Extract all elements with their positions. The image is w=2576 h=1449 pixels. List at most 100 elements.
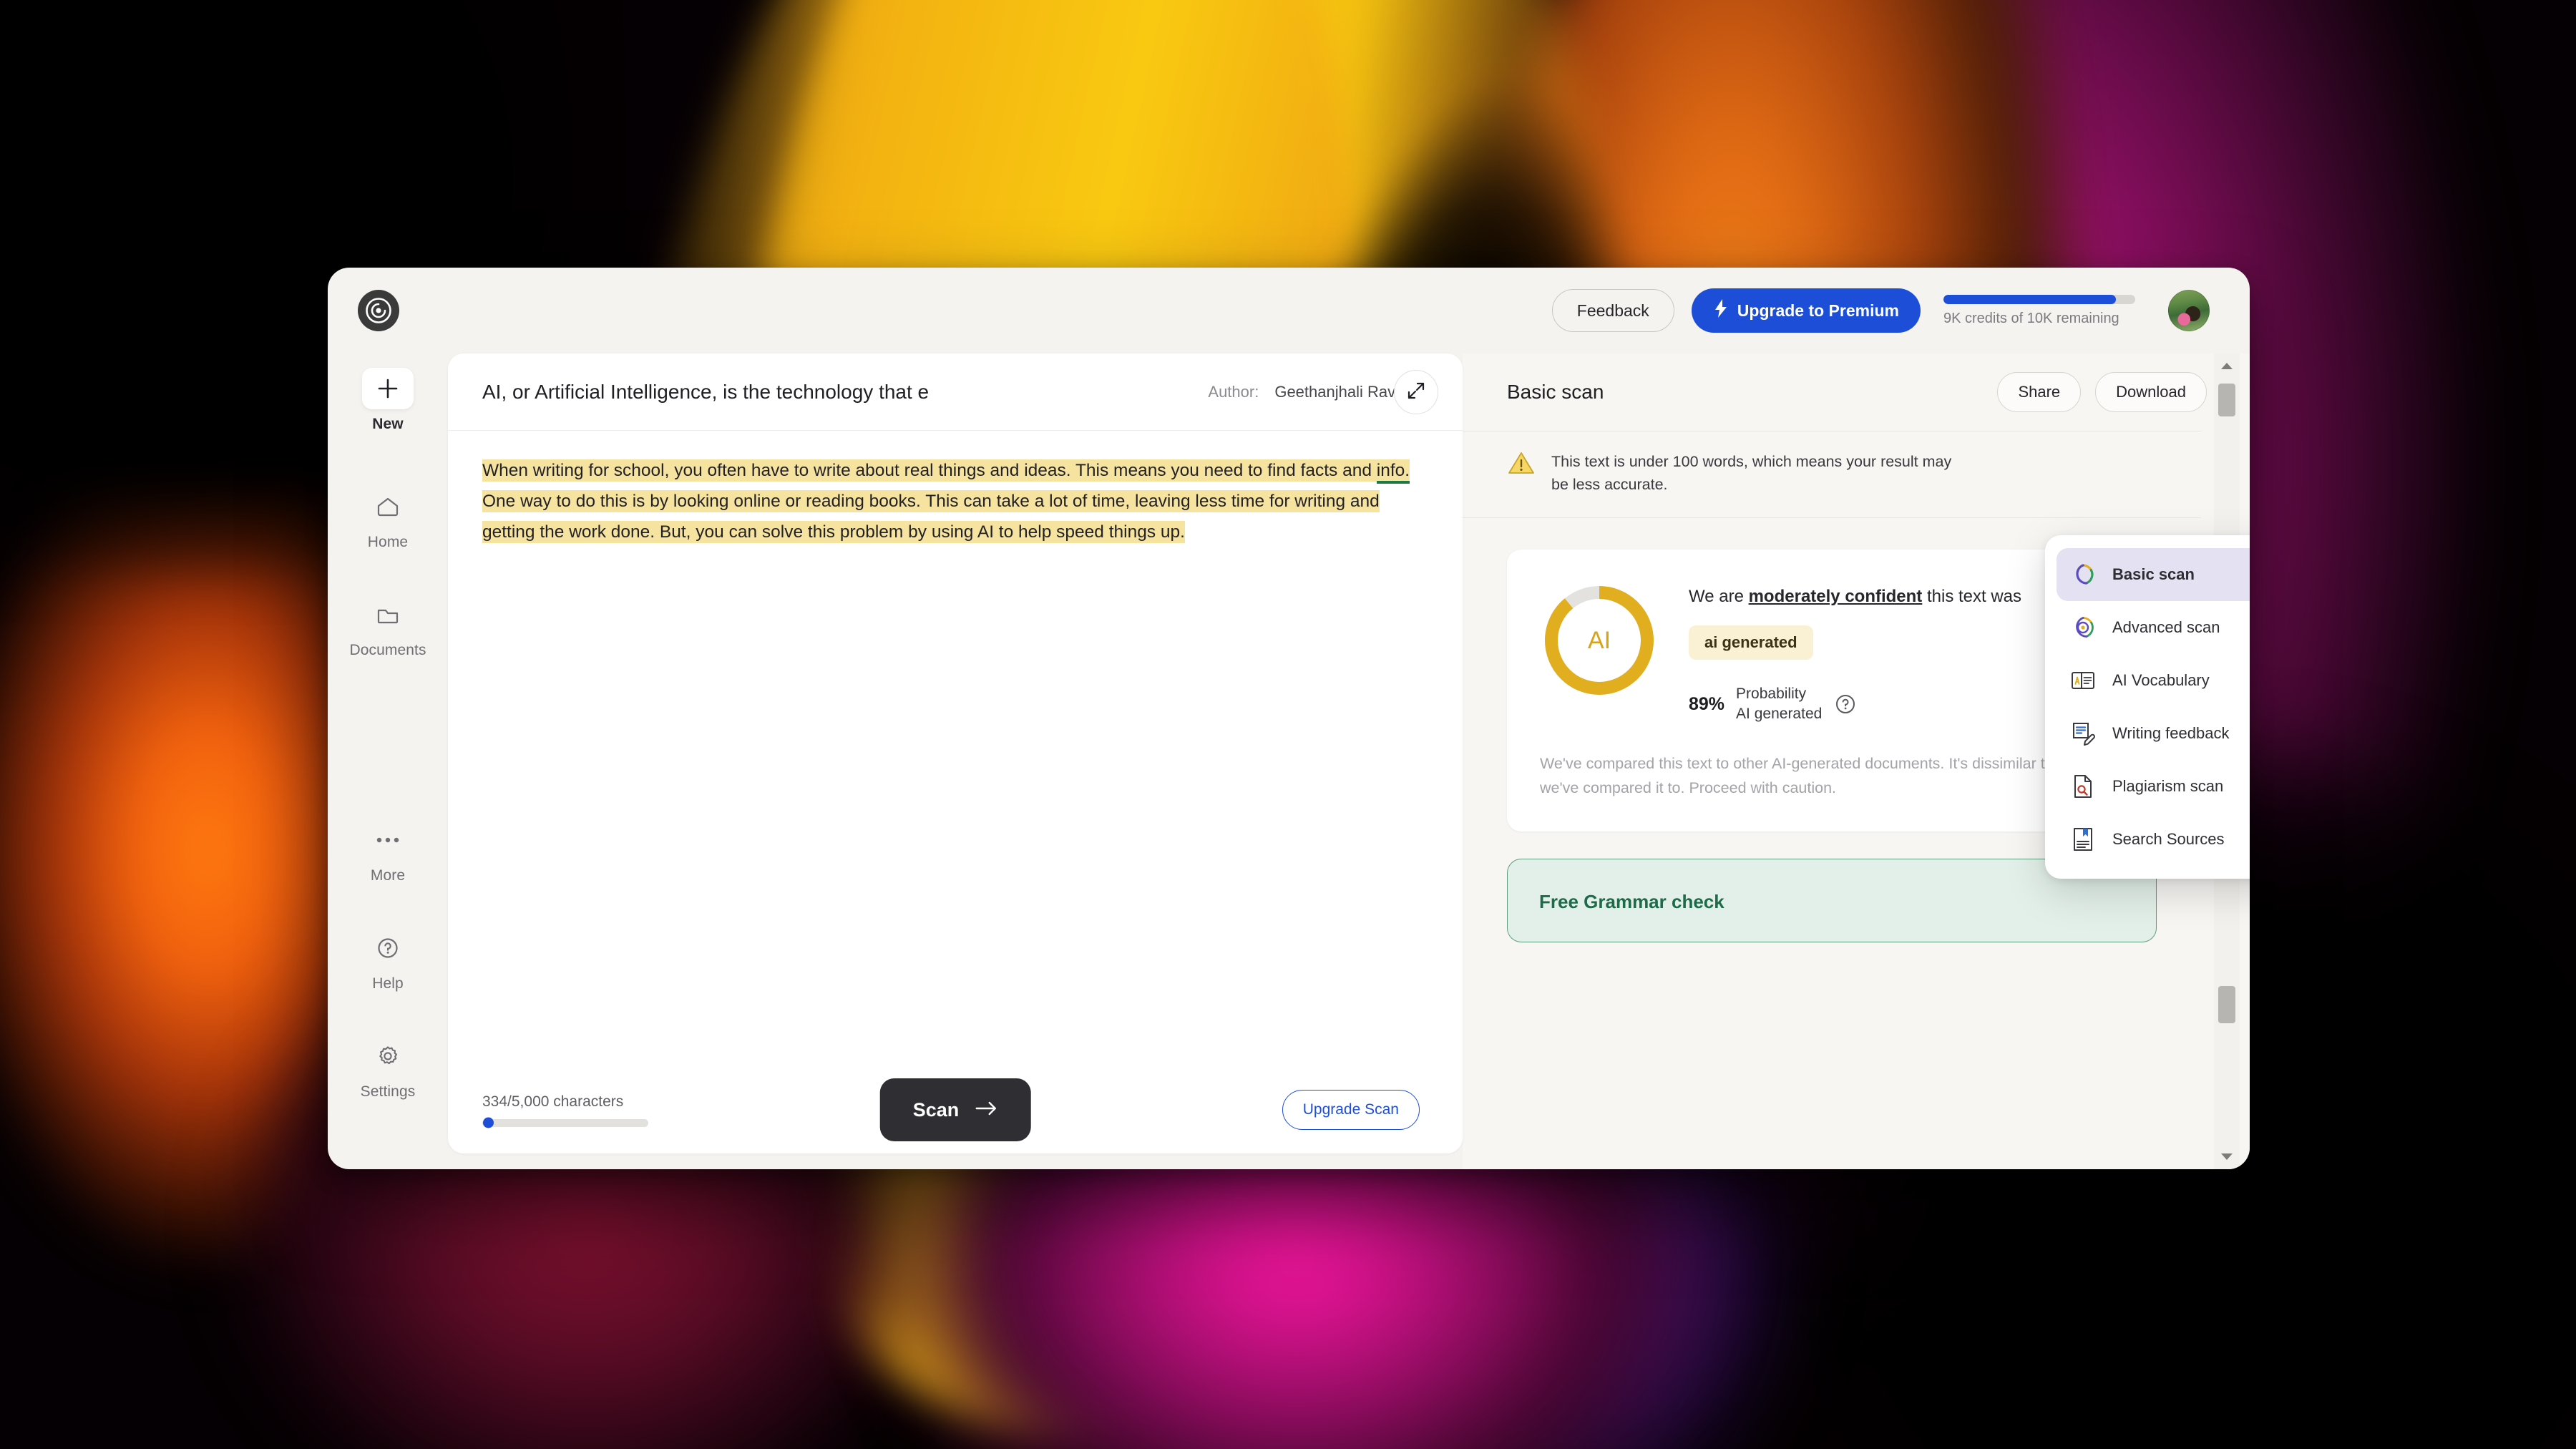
menu-item-writing-feedback[interactable]: Writing feedback	[2057, 707, 2250, 760]
close-icon[interactable]	[1978, 431, 2009, 436]
highlighted-text-segment-2: One way to do this is by looking online …	[482, 490, 1380, 543]
editor-text-area[interactable]: When writing for school, you often have …	[448, 431, 1463, 1066]
sidebar-label-more: More	[370, 867, 406, 884]
word-count-warning: This text is under 100 words, which mean…	[1463, 431, 2201, 518]
sidebar-label-documents: Documents	[349, 642, 426, 658]
result-top-row: AI We are moderately confident this text…	[1540, 581, 2124, 724]
sidebar-label-help: Help	[372, 975, 404, 992]
scan-results-title: Basic scan	[1507, 381, 1604, 403]
sidebar-item-new[interactable]: New	[341, 364, 435, 437]
menu-item-ai-vocabulary[interactable]: AI Vocabulary	[2057, 654, 2250, 707]
sidebar-label-home: Home	[367, 534, 409, 550]
ai-vocabulary-icon	[2069, 667, 2097, 694]
document-author: Author: Geethanjhali Ravik	[1208, 383, 1407, 401]
avatar[interactable]	[2168, 290, 2210, 331]
basic-scan-icon	[2069, 561, 2097, 588]
probability-label-line2: AI generated	[1736, 706, 1823, 722]
ai-probability-donut: AI	[1540, 581, 1659, 700]
scrollbar-thumb-lower[interactable]	[2218, 986, 2235, 1023]
chevron-down-icon[interactable]	[2214, 1145, 2240, 1169]
scan-results-header: Basic scan Share Download	[1463, 353, 2250, 431]
upgrade-to-premium-button[interactable]: Upgrade to Premium	[1691, 288, 1921, 333]
question-circle-icon[interactable]	[1833, 692, 1858, 716]
character-count-block: 334/5,000 characters	[482, 1093, 648, 1128]
comparison-description: We've compared this text to other AI-gen…	[1540, 755, 2114, 796]
advanced-scan-icon	[2069, 614, 2097, 641]
question-circle-icon	[362, 927, 414, 969]
character-count-text: 334/5,000 characters	[482, 1093, 624, 1110]
credits-remaining-text: 9K credits of 10K remaining	[1943, 310, 2119, 326]
editor-card: AI, or Artificial Intelligence, is the t…	[448, 353, 1463, 1153]
download-button[interactable]: Download	[2095, 372, 2207, 412]
document-header: AI, or Artificial Intelligence, is the t…	[448, 353, 1463, 431]
plus-icon	[362, 368, 414, 409]
sidebar-label-new: New	[372, 416, 404, 432]
ellipsis-icon	[362, 819, 414, 861]
folder-icon	[362, 594, 414, 635]
app-window: Feedback Upgrade to Premium 9K credits o…	[328, 268, 2250, 1169]
character-count-thumb	[483, 1117, 494, 1128]
ai-generated-badge: ai generated	[1689, 625, 1813, 660]
menu-item-advanced-scan[interactable]: Advanced scan	[2057, 601, 2250, 654]
grammar-suggestion-word[interactable]: info.	[1376, 459, 1410, 484]
scan-type-menu: Basic scan Advanced scan AI Vocabulary W…	[2045, 535, 2250, 879]
menu-item-basic-scan[interactable]: Basic scan	[2057, 548, 2250, 601]
verdict-emphasis[interactable]: moderately confident	[1749, 587, 1923, 606]
editor-footer: 334/5,000 characters Scan Upgrade Scan	[448, 1066, 1463, 1153]
app-body: New Home Documents More Help Settings AI…	[328, 353, 2250, 1169]
document-title[interactable]: AI, or Artificial Intelligence, is the t…	[482, 381, 929, 404]
bolt-icon	[1713, 298, 1729, 323]
gear-icon	[362, 1035, 414, 1077]
feedback-button[interactable]: Feedback	[1551, 289, 1674, 332]
credits-progress-bar	[1943, 294, 2135, 304]
expand-arrows-icon	[1406, 381, 1426, 403]
credits-indicator: 9K credits of 10K remaining	[1943, 294, 2135, 327]
author-label: Author:	[1208, 382, 1259, 401]
share-button[interactable]: Share	[1997, 372, 2082, 412]
sidebar-label-settings: Settings	[360, 1083, 416, 1100]
sidebar: New Home Documents More Help Settings	[328, 353, 448, 1169]
top-bar-actions: Feedback Upgrade to Premium 9K credits o…	[1551, 288, 2210, 333]
free-grammar-check-title: Free Grammar check	[1539, 891, 1724, 912]
scrollbar-thumb-upper[interactable]	[2218, 384, 2235, 416]
probability-label: Probability AI generated	[1736, 684, 1822, 724]
arrow-right-icon	[975, 1099, 997, 1121]
verdict-prefix: We are	[1689, 587, 1749, 606]
menu-label-ai-vocabulary: AI Vocabulary	[2112, 671, 2210, 689]
scan-results-panel: Basic scan Share Download This text is u…	[1463, 353, 2250, 1169]
sidebar-item-more[interactable]: More	[341, 815, 435, 889]
warning-triangle-icon	[1507, 450, 1536, 479]
expand-editor-button[interactable]	[1394, 369, 1438, 414]
probability-percent: 89%	[1689, 693, 1725, 714]
warning-text: This text is under 100 words, which mean…	[1551, 453, 1952, 493]
scan-button[interactable]: Scan	[879, 1078, 1031, 1141]
menu-label-search-sources: Search Sources	[2112, 830, 2225, 848]
menu-label-writing-feedback: Writing feedback	[2112, 724, 2230, 742]
editor-paragraph[interactable]: When writing for school, you often have …	[482, 455, 1428, 547]
chevron-up-icon[interactable]	[2214, 353, 2240, 378]
credits-progress-fill	[1943, 294, 2117, 304]
character-count-bar	[482, 1117, 648, 1128]
author-name: Geethanjhali Ravik	[1274, 382, 1407, 401]
probability-label-line1: Probability	[1736, 686, 1807, 702]
home-icon	[362, 486, 414, 527]
donut-center-label: AI	[1587, 626, 1611, 654]
menu-item-plagiarism-scan[interactable]: Plagiarism scan	[2057, 760, 2250, 813]
scan-results-actions: Share Download	[1997, 372, 2207, 412]
sidebar-item-help[interactable]: Help	[341, 923, 435, 997]
menu-item-search-sources[interactable]: Search Sources	[2057, 813, 2250, 866]
upgrade-button-label: Upgrade to Premium	[1737, 301, 1899, 320]
sidebar-item-home[interactable]: Home	[341, 482, 435, 555]
sidebar-item-documents[interactable]: Documents	[341, 590, 435, 663]
verdict-suffix: this text was	[1922, 587, 2022, 606]
search-sources-icon	[2069, 826, 2097, 853]
menu-label-basic-scan: Basic scan	[2112, 565, 2195, 583]
menu-label-advanced-scan: Advanced scan	[2112, 618, 2220, 636]
spiral-target-logo-icon[interactable]	[358, 290, 399, 331]
plagiarism-scan-icon	[2069, 773, 2097, 800]
upgrade-scan-button[interactable]: Upgrade Scan	[1282, 1090, 1420, 1130]
scan-button-label: Scan	[912, 1098, 960, 1121]
sidebar-item-settings[interactable]: Settings	[341, 1031, 435, 1105]
highlighted-text-segment-1: When writing for school, you often have …	[482, 459, 1377, 482]
writing-feedback-icon	[2069, 720, 2097, 747]
